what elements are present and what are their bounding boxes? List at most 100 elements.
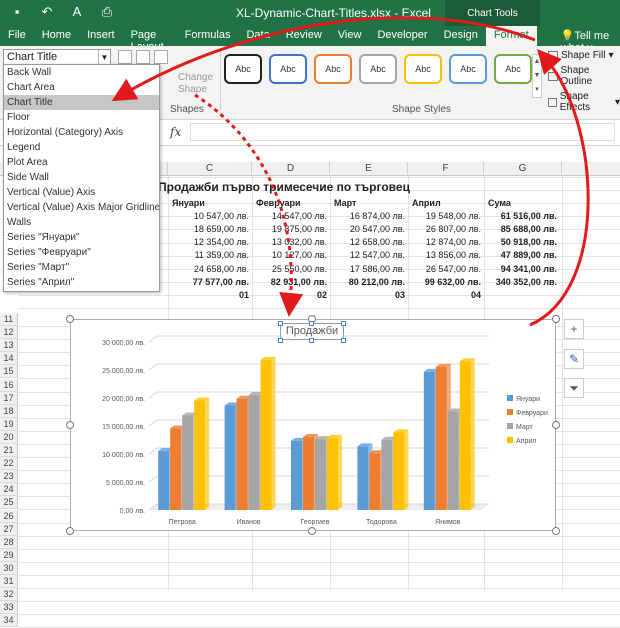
data-cell[interactable]: 11 359,00 лв.: [168, 249, 249, 262]
row-header[interactable]: 22: [0, 457, 18, 471]
data-cell[interactable]: 10 547,00 лв.: [168, 210, 249, 223]
tab-formulas[interactable]: Formulas: [177, 26, 239, 46]
tab-review[interactable]: Review: [278, 26, 330, 46]
row-header[interactable]: 12: [0, 326, 18, 340]
row-header[interactable]: 11: [0, 313, 18, 326]
shape-style-7[interactable]: Abc: [494, 54, 532, 84]
shape-fill-button[interactable]: Shape Fill ▾: [548, 50, 620, 61]
gallery-scroll-buttons[interactable]: ▲ ▼ ▾: [532, 54, 542, 98]
shape-effects-button[interactable]: Shape Effects ▾: [548, 91, 620, 113]
row-header[interactable]: 30: [0, 561, 18, 575]
title-handle[interactable]: [341, 338, 346, 343]
resize-handle[interactable]: [552, 421, 560, 429]
shape-style-2[interactable]: Abc: [269, 54, 307, 84]
row-header[interactable]: 33: [0, 601, 18, 615]
data-cell[interactable]: 12 874,00 лв.: [408, 236, 481, 249]
data-cell[interactable]: 24 658,00 лв.: [168, 263, 249, 276]
title-handle[interactable]: [341, 321, 346, 326]
column-header[interactable]: C: [168, 162, 252, 176]
column-header[interactable]: F: [408, 162, 484, 176]
row-header[interactable]: 14: [0, 352, 18, 366]
rectangle-shape-icon[interactable]: [118, 50, 132, 64]
shape-style-6[interactable]: Abc: [449, 54, 487, 84]
data-cell[interactable]: 14 547,00 лв.: [252, 210, 327, 223]
resize-handle[interactable]: [552, 527, 560, 535]
chart-styles-brush-icon[interactable]: ✎: [564, 349, 584, 369]
row-header[interactable]: 16: [0, 378, 18, 392]
row-header[interactable]: 27: [0, 522, 18, 536]
dropdown-item[interactable]: Walls: [4, 215, 159, 230]
data-cell[interactable]: 16 874,00 лв.: [330, 210, 405, 223]
data-cell[interactable]: 85 688,00 лв.: [484, 223, 557, 236]
tab-format[interactable]: Format: [485, 26, 537, 46]
row-header[interactable]: 29: [0, 548, 18, 562]
data-cell[interactable]: 47 889,00 лв.: [484, 249, 557, 262]
data-cell[interactable]: 25 550,00 лв.: [252, 263, 327, 276]
shape-style-5[interactable]: Abc: [404, 54, 442, 84]
data-cell[interactable]: 17 586,00 лв.: [330, 263, 405, 276]
resize-handle[interactable]: [66, 527, 74, 535]
tab-home[interactable]: Home: [34, 26, 79, 46]
dropdown-item[interactable]: Vertical (Value) Axis: [4, 185, 159, 200]
row-header[interactable]: 15: [0, 365, 18, 379]
dropdown-item[interactable]: Chart Area: [4, 80, 159, 95]
resize-handle[interactable]: [66, 421, 74, 429]
tab-design[interactable]: Design: [436, 26, 486, 46]
shape-outline-button[interactable]: Shape Outline: [548, 65, 620, 87]
row-header[interactable]: 34: [0, 614, 18, 628]
data-cell[interactable]: 26 807,00 лв.: [408, 223, 481, 236]
row-header[interactable]: 32: [0, 588, 18, 602]
chart-elements-plus-icon[interactable]: +: [564, 319, 584, 339]
month-number-cell[interactable]: 02: [252, 289, 327, 302]
title-handle[interactable]: [309, 321, 314, 326]
dropdown-item[interactable]: Vertical (Value) Axis Major Gridlines: [4, 200, 159, 215]
row-header[interactable]: 26: [0, 509, 18, 523]
data-cell[interactable]: 12 658,00 лв.: [330, 236, 405, 249]
column-header[interactable]: E: [330, 162, 408, 176]
change-shape-button[interactable]: Change Shape: [178, 72, 218, 96]
data-cell[interactable]: 340 352,00 лв.: [484, 276, 557, 289]
tab-insert[interactable]: Insert: [79, 26, 123, 46]
chart-area[interactable]: 0,00 лв. 5 000,00 лв. 10 000,00 лв. 15 000,…: [70, 319, 556, 531]
row-header[interactable]: 21: [0, 444, 18, 457]
dropdown-item[interactable]: Series "Февруари": [4, 245, 159, 260]
row-header[interactable]: 17: [0, 391, 18, 405]
shape-style-3[interactable]: Abc: [314, 54, 352, 84]
tab-developer[interactable]: Developer: [369, 26, 435, 46]
row-header[interactable]: 20: [0, 430, 18, 444]
tell-me-box[interactable]: 💡Tell me what y: [553, 26, 620, 54]
row-header[interactable]: 31: [0, 575, 18, 588]
data-cell[interactable]: 61 516,00 лв.: [484, 210, 557, 223]
tab-data[interactable]: Data: [238, 26, 277, 46]
resize-handle[interactable]: [308, 527, 316, 535]
data-cell[interactable]: 12 547,00 лв.: [330, 249, 405, 262]
dropdown-item-selected[interactable]: Chart Title: [4, 95, 159, 110]
data-cell[interactable]: 50 918,00 лв.: [484, 236, 557, 249]
data-cell[interactable]: 10 127,00 лв.: [252, 249, 327, 262]
dropdown-item[interactable]: Back Wall: [4, 65, 159, 80]
title-handle[interactable]: [309, 338, 314, 343]
tab-page-layout[interactable]: Page Layout: [123, 26, 177, 53]
column-header[interactable]: D: [252, 162, 330, 176]
title-handle[interactable]: [278, 321, 283, 326]
month-number-cell[interactable]: 03: [330, 289, 405, 302]
tab-file[interactable]: File: [0, 26, 34, 46]
resize-handle[interactable]: [552, 315, 560, 323]
data-cell[interactable]: 80 212,00 лв.: [330, 276, 405, 289]
undo-icon[interactable]: ↶: [38, 4, 56, 20]
textbox-shape-icon[interactable]: [136, 50, 150, 64]
print-preview-icon[interactable]: ⎙: [98, 4, 116, 20]
data-cell[interactable]: 77 577,00 лв.: [168, 276, 249, 289]
data-cell[interactable]: 13 032,00 лв.: [252, 236, 327, 249]
chart-filter-icon[interactable]: ⏷: [564, 378, 584, 398]
row-header[interactable]: 13: [0, 339, 18, 353]
data-cell[interactable]: 12 354,00 лв.: [168, 236, 249, 249]
data-cell[interactable]: 19 548,00 лв.: [408, 210, 481, 223]
save-icon[interactable]: ▪: [8, 4, 26, 20]
font-color-icon[interactable]: A: [68, 4, 86, 20]
data-cell[interactable]: 82 931,00 лв.: [252, 276, 327, 289]
dropdown-item[interactable]: Legend: [4, 140, 159, 155]
row-header[interactable]: 25: [0, 496, 18, 510]
row-header[interactable]: 23: [0, 470, 18, 484]
data-cell[interactable]: 26 547,00 лв.: [408, 263, 481, 276]
